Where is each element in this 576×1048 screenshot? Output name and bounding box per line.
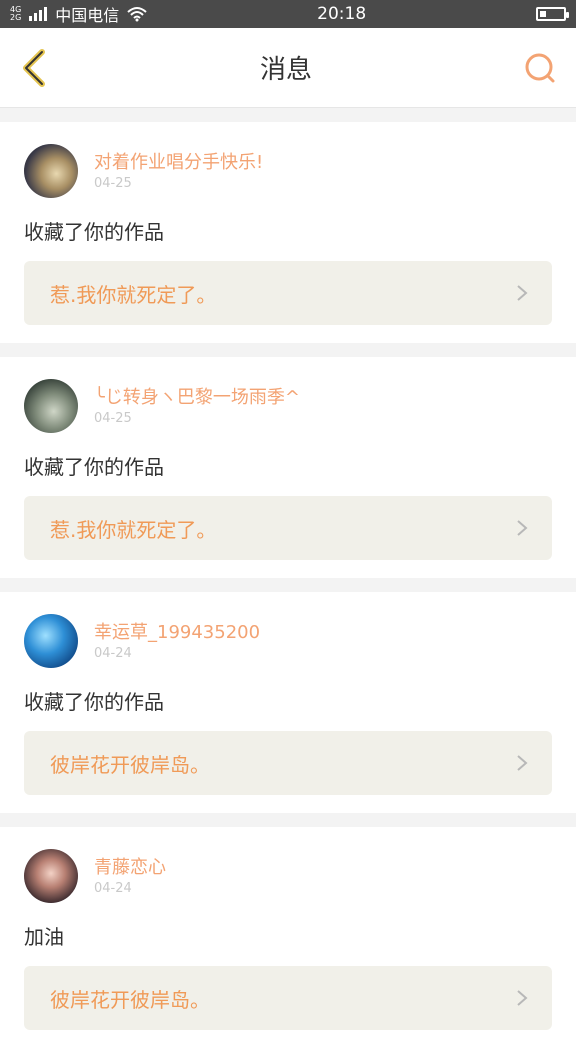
- battery-icon: [536, 7, 569, 21]
- username[interactable]: 对着作业唱分手快乐!: [94, 152, 263, 174]
- work-link[interactable]: 惹.我你就死定了。: [24, 496, 552, 560]
- message-action: 加油: [24, 925, 64, 949]
- page-title: 消息: [259, 55, 312, 85]
- chevron-right-icon: [517, 755, 528, 771]
- message-card[interactable]: 对着作业唱分手快乐! 04-25 收藏了你的作品 惹.我你就死定了。: [0, 122, 576, 343]
- network-type: 4G 2G: [10, 6, 21, 22]
- message-card[interactable]: 幸运草_199435200 04-24 收藏了你的作品 彼岸花开彼岸岛。: [0, 592, 576, 813]
- work-link[interactable]: 彼岸花开彼岸岛。: [24, 731, 552, 795]
- message-action: 收藏了你的作品: [24, 220, 164, 244]
- separator: [0, 343, 576, 357]
- chevron-right-icon: [517, 520, 528, 536]
- work-title: 彼岸花开彼岸岛。: [50, 987, 210, 1012]
- chevron-right-icon: [517, 285, 528, 301]
- work-link[interactable]: 惹.我你就死定了。: [24, 261, 552, 325]
- work-title: 惹.我你就死定了。: [50, 282, 217, 307]
- work-title: 彼岸花开彼岸岛。: [50, 752, 210, 777]
- user-row: 对着作业唱分手快乐! 04-25: [24, 144, 552, 198]
- signal-icon: [29, 7, 48, 21]
- user-avatar[interactable]: [24, 144, 78, 198]
- user-row: ╰じ转身ヽ巴黎一场雨季^ 04-25: [24, 379, 552, 433]
- search-icon[interactable]: [522, 50, 558, 86]
- user-avatar[interactable]: [24, 614, 78, 668]
- carrier-label: 中国电信: [55, 6, 120, 25]
- user-avatar[interactable]: [24, 849, 78, 903]
- separator: [0, 578, 576, 592]
- message-card[interactable]: 青藤恋心 04-24 加油 彼岸花开彼岸岛。: [0, 827, 576, 1048]
- username[interactable]: ╰じ转身ヽ巴黎一场雨季^: [94, 387, 300, 409]
- message-card[interactable]: ╰じ转身ヽ巴黎一场雨季^ 04-25 收藏了你的作品 惹.我你就死定了。: [0, 357, 576, 578]
- message-date: 04-25: [94, 175, 132, 191]
- chevron-right-icon: [517, 990, 528, 1006]
- separator: [0, 813, 576, 827]
- clock: 20:18: [317, 4, 367, 24]
- username[interactable]: 青藤恋心: [94, 857, 166, 879]
- separator: [0, 108, 576, 122]
- network-bottom-label: 2G: [10, 13, 22, 22]
- user-row: 青藤恋心 04-24: [24, 849, 552, 903]
- app-header: 消息: [0, 28, 576, 108]
- user-avatar[interactable]: [24, 379, 78, 433]
- status-bar: 4G 2G 中国电信 20:18: [0, 0, 576, 28]
- work-title: 惹.我你就死定了。: [50, 517, 217, 542]
- message-action: 收藏了你的作品: [24, 690, 164, 714]
- wifi-icon: [127, 7, 147, 22]
- message-action: 收藏了你的作品: [24, 455, 164, 479]
- user-row: 幸运草_199435200 04-24: [24, 614, 552, 668]
- back-arrow-icon[interactable]: [18, 48, 50, 88]
- message-date: 04-24: [94, 645, 132, 661]
- message-date: 04-24: [94, 880, 132, 896]
- work-link[interactable]: 彼岸花开彼岸岛。: [24, 966, 552, 1030]
- username[interactable]: 幸运草_199435200: [94, 622, 260, 644]
- message-date: 04-25: [94, 410, 132, 426]
